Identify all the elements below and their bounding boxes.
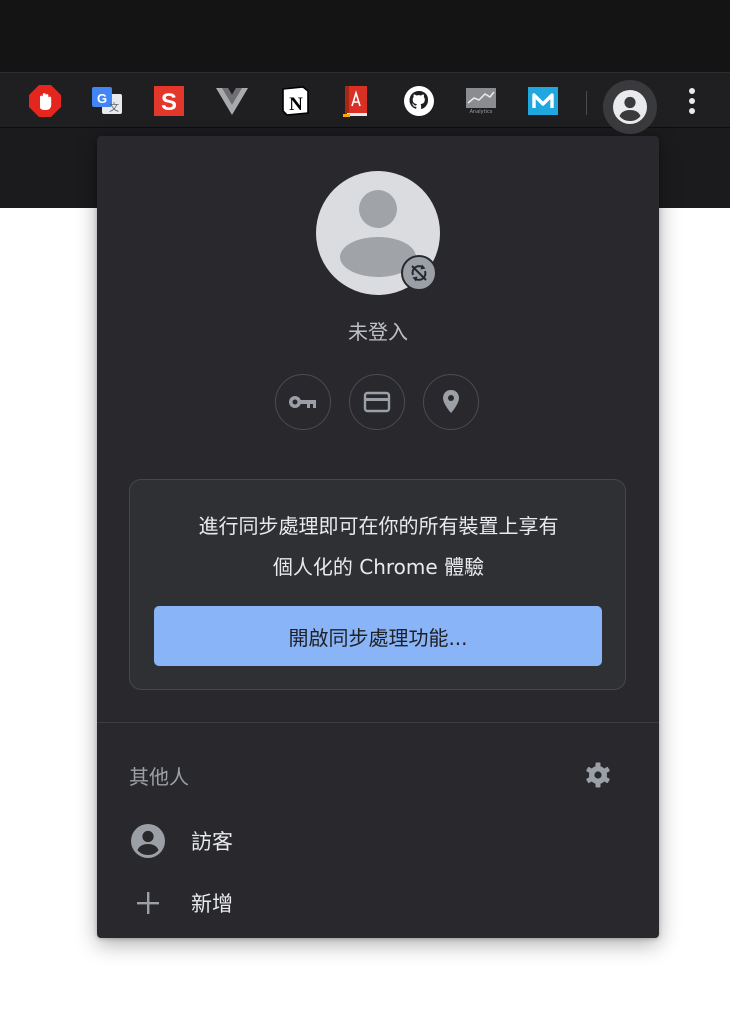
m-extension-icon[interactable] bbox=[524, 73, 562, 129]
sync-disabled-badge bbox=[401, 255, 437, 291]
account-circle-icon bbox=[613, 90, 647, 124]
vue-devtools-extension-icon[interactable] bbox=[212, 73, 252, 129]
sync-promo-line1: 進行同步處理即可在你的所有裝置上享有 bbox=[198, 514, 559, 538]
sync-promo-text: 進行同步處理即可在你的所有裝置上享有 個人化的 Chrome 體驗 bbox=[148, 506, 609, 588]
svg-text:N: N bbox=[289, 94, 303, 115]
sync-promo-line2: 個人化的 Chrome 體驗 bbox=[272, 555, 485, 579]
key-icon bbox=[289, 396, 316, 408]
svg-text:S: S bbox=[161, 89, 177, 116]
google-translate-extension-icon[interactable]: G 文 bbox=[88, 73, 126, 129]
location-pin-icon bbox=[443, 390, 459, 413]
book-extension-icon[interactable] bbox=[338, 73, 374, 129]
sync-promo-card: 進行同步處理即可在你的所有裝置上享有 個人化的 Chrome 體驗 開啟同步處理… bbox=[129, 479, 626, 690]
passwords-button[interactable] bbox=[275, 374, 331, 430]
section-divider bbox=[97, 722, 659, 723]
adblock-extension-icon[interactable] bbox=[24, 73, 66, 129]
notion-extension-icon[interactable]: N bbox=[276, 73, 314, 129]
payment-methods-button[interactable] bbox=[349, 374, 405, 430]
add-profile-item[interactable]: 新增 bbox=[97, 875, 659, 931]
plus-icon bbox=[128, 883, 168, 923]
svg-text:文: 文 bbox=[109, 101, 119, 114]
gear-icon bbox=[586, 762, 610, 788]
guest-account-icon bbox=[128, 821, 168, 861]
add-label: 新增 bbox=[191, 892, 233, 916]
sync-disabled-icon bbox=[411, 264, 427, 282]
other-people-heading: 其他人 bbox=[129, 765, 189, 789]
s-extension-icon[interactable]: S bbox=[150, 73, 188, 129]
credit-card-icon bbox=[363, 391, 391, 413]
svg-text:G: G bbox=[97, 91, 107, 106]
profile-menu-popup: 未登入 進行同步處理即可在你的所有裝置上享有 個人化的 Chrome 體驗 開啟… bbox=[97, 136, 659, 938]
manage-profiles-button[interactable] bbox=[581, 758, 615, 792]
addresses-button[interactable] bbox=[423, 374, 479, 430]
more-vert-icon[interactable] bbox=[676, 73, 708, 129]
analytics-extension-icon[interactable]: Analytics bbox=[462, 73, 500, 129]
profile-button[interactable] bbox=[603, 80, 657, 134]
toolbar-divider bbox=[586, 91, 587, 115]
turn-on-sync-button[interactable]: 開啟同步處理功能... bbox=[154, 606, 602, 666]
window-titlebar bbox=[0, 0, 730, 72]
guest-label: 訪客 bbox=[191, 830, 233, 854]
github-extension-icon[interactable] bbox=[400, 73, 438, 129]
guest-profile-item[interactable]: 訪客 bbox=[97, 813, 659, 869]
analytics-extension-caption: Analytics bbox=[469, 109, 493, 115]
signed-out-status: 未登入 bbox=[348, 320, 408, 344]
